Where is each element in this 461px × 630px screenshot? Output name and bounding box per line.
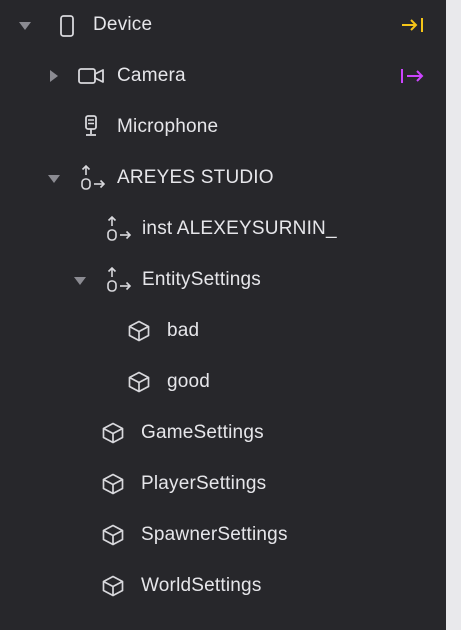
tree-item-label: Microphone bbox=[117, 116, 219, 137]
arrow-right-icon[interactable] bbox=[398, 62, 426, 90]
cube-icon bbox=[101, 523, 125, 547]
tree-item-bad[interactable]: bad bbox=[0, 311, 446, 351]
expand-arrow-icon[interactable] bbox=[74, 277, 86, 285]
cube-icon bbox=[101, 574, 125, 598]
align-right-arrow-icon[interactable] bbox=[398, 11, 426, 39]
tree-item-camera[interactable]: Camera bbox=[0, 56, 446, 96]
tree-item-device[interactable]: Device bbox=[0, 5, 446, 45]
cube-icon bbox=[127, 319, 151, 343]
cube-icon bbox=[101, 421, 125, 445]
tree-item-microphone[interactable]: Microphone bbox=[0, 107, 446, 147]
tree-item-world-settings[interactable]: WorldSettings bbox=[0, 566, 446, 606]
tree-item-label: bad bbox=[167, 320, 200, 341]
phone-icon bbox=[56, 14, 78, 38]
expand-arrow-icon[interactable] bbox=[50, 70, 58, 82]
scrollbar[interactable] bbox=[446, 0, 461, 630]
scene-hierarchy-panel: Device Camera Microphone AREYES STUDIO i… bbox=[0, 0, 446, 630]
tree-item-areyes-studio[interactable]: AREYES STUDIO bbox=[0, 158, 446, 198]
tree-item-good[interactable]: good bbox=[0, 362, 446, 402]
prefab-arrows-icon bbox=[79, 164, 109, 192]
tree-item-label: inst ALEXEYSURNIN_ bbox=[142, 218, 337, 239]
tree-item-label: AREYES STUDIO bbox=[117, 167, 274, 188]
tree-item-inst[interactable]: inst ALEXEYSURNIN_ bbox=[0, 209, 446, 249]
microphone-icon bbox=[80, 115, 102, 139]
tree-item-label: good bbox=[167, 371, 211, 392]
prefab-arrows-icon bbox=[105, 215, 135, 243]
expand-arrow-icon[interactable] bbox=[48, 175, 60, 183]
prefab-arrows-icon bbox=[105, 266, 135, 294]
tree-item-label: Device bbox=[93, 14, 153, 35]
tree-item-entity-settings[interactable]: EntitySettings bbox=[0, 260, 446, 300]
cube-icon bbox=[101, 472, 125, 496]
tree-item-label: Camera bbox=[117, 65, 186, 86]
cube-icon bbox=[127, 370, 151, 394]
tree-item-game-settings[interactable]: GameSettings bbox=[0, 413, 446, 453]
camera-icon bbox=[76, 65, 108, 87]
expand-arrow-icon[interactable] bbox=[19, 22, 31, 30]
tree-item-label: WorldSettings bbox=[141, 575, 262, 596]
tree-item-spawner-settings[interactable]: SpawnerSettings bbox=[0, 515, 446, 555]
tree-item-player-settings[interactable]: PlayerSettings bbox=[0, 464, 446, 504]
tree-item-label: EntitySettings bbox=[142, 269, 261, 290]
tree-item-label: SpawnerSettings bbox=[141, 524, 288, 545]
tree-item-label: PlayerSettings bbox=[141, 473, 267, 494]
tree-item-label: GameSettings bbox=[141, 422, 264, 443]
